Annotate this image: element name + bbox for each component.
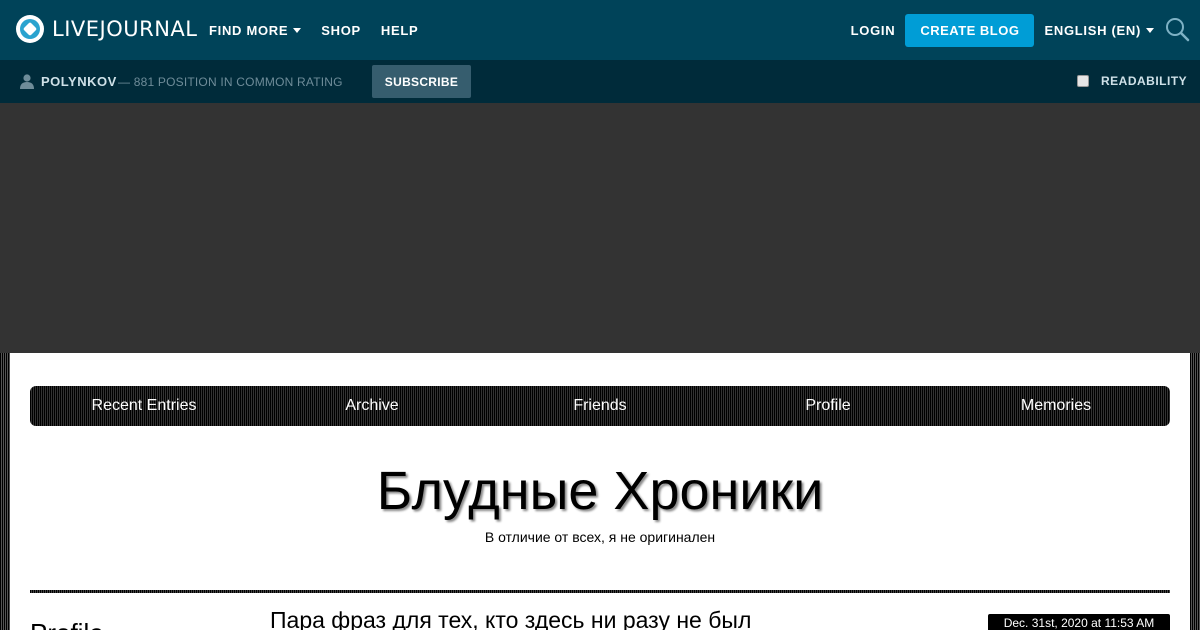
language-selector[interactable]: ENGLISH (EN) [1044,23,1154,38]
chevron-down-icon [293,27,302,33]
journal-menu: Recent Entries Archive Friends Profile M… [30,386,1170,426]
subscribe-button[interactable]: SUBSCRIBE [372,65,471,98]
readability-label[interactable]: READABILITY [1101,74,1187,88]
sidebar-profile-heading: Profile [30,618,104,630]
top-navbar: LIVEJOURNAL FIND MORE SHOP HELP LOGIN CR… [0,0,1200,60]
logo-text: LIVEJOURNAL [52,17,198,41]
livejournal-logo-icon [16,15,44,43]
blog-subtitle: В отличие от всех, я не оригинален [484,529,716,545]
user-icon [20,74,34,89]
menu-archive[interactable]: Archive [258,397,486,415]
nav-help[interactable]: HELP [381,23,418,38]
blog-title: Блудные Хроники [376,461,824,521]
readability-checkbox[interactable] [1077,75,1089,87]
divider [30,590,1170,593]
menu-memories[interactable]: Memories [942,397,1170,415]
entry-date: Dec. 31st, 2020 at 11:53 AM [988,614,1170,630]
language-label: ENGLISH (EN) [1044,22,1141,38]
menu-profile[interactable]: Profile [714,397,942,415]
create-blog-button[interactable]: CREATE BLOG [905,13,1035,47]
nav-find-more[interactable]: FIND MORE [209,22,302,38]
menu-recent-entries[interactable]: Recent Entries [30,397,258,415]
entry-title[interactable]: Пара фраз для тех, кто здесь ни разу не … [270,607,751,630]
search-icon[interactable] [1160,13,1194,47]
journal-username[interactable]: POLYNKOV [41,74,117,89]
rating-text: — 881 POSITION IN COMMON RATING [118,75,343,89]
livejournal-logo[interactable]: LIVEJOURNAL [16,15,198,43]
login-link[interactable]: LOGIN [851,23,896,38]
menu-friends[interactable]: Friends [486,397,714,415]
main-nav: FIND MORE SHOP HELP [209,0,418,60]
nav-find-more-label: FIND MORE [209,22,289,38]
nav-shop[interactable]: SHOP [321,23,361,38]
chevron-down-icon [1146,27,1154,33]
account-nav: LOGIN CREATE BLOG ENGLISH (EN) [851,0,1200,60]
ad-banner-area [0,103,1200,353]
